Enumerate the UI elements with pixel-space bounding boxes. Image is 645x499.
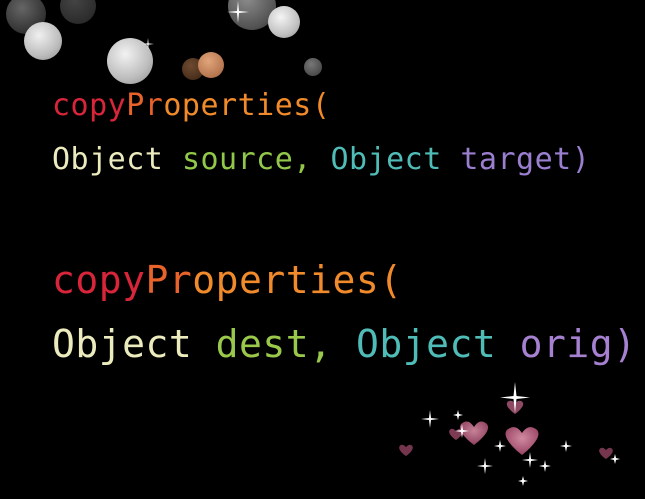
hearts-decoration	[399, 382, 620, 486]
heart-icon	[459, 421, 489, 445]
heart-icon	[505, 427, 539, 455]
heart-icon	[599, 447, 613, 459]
heart-icon	[399, 444, 413, 456]
image-canvas: copyProperties( Object source, Object ta…	[0, 0, 645, 499]
